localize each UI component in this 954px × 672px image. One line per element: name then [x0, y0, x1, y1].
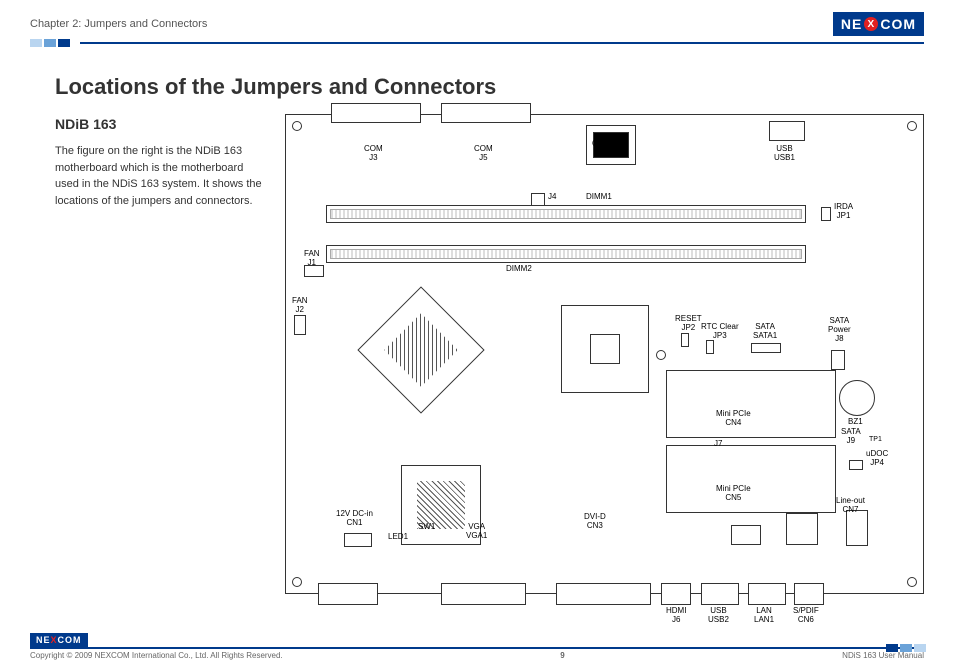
label-reset: RESETJP2 [675, 315, 702, 333]
com-j5-port [441, 103, 531, 123]
label-hdmi: HDMIJ6 [666, 607, 686, 625]
label-sata1: SATASATA1 [753, 323, 777, 341]
page-title: Locations of the Jumpers and Connectors [55, 74, 924, 100]
page-footer: NEXCOM Copyright © 2009 NEXCOM Internati… [30, 647, 924, 660]
label-lan: LANLAN1 [754, 607, 774, 625]
bottom-port-dc [318, 583, 378, 605]
hole-bl [292, 577, 302, 587]
label-com-j3: COMJ3 [364, 145, 383, 163]
header-rule [80, 42, 924, 44]
label-sw1: SW1 [418, 523, 435, 532]
vga-port [441, 583, 526, 605]
label-fan-j2: FANJ2 [292, 297, 308, 315]
usb2-port [701, 583, 739, 605]
mini-pcie-cn4 [666, 370, 836, 438]
hole-tr [907, 121, 917, 131]
page-header: Chapter 2: Jumpers and Connectors NE X C… [0, 0, 954, 42]
label-com-j5: COMJ5 [474, 145, 493, 163]
usb1-port [769, 121, 805, 141]
label-vga: VGAVGA1 [466, 523, 487, 541]
dimm1-slot [326, 205, 806, 223]
label-cn5: Mini PCIeCN5 [716, 485, 751, 503]
label-12v: 12V DC-inCN1 [336, 510, 373, 528]
lan-port [748, 583, 786, 605]
main-content: Locations of the Jumpers and Connectors … [0, 44, 954, 594]
cpu-outline [561, 305, 649, 393]
page-number: 9 [560, 651, 564, 660]
board-description: The figure on the right is the NDiB 163 … [55, 143, 265, 209]
hole-tl [292, 121, 302, 131]
board-subtitle: NDiB 163 [55, 114, 265, 135]
brand-x-icon: X [864, 17, 878, 31]
motherboard-diagram: COMJ3 COMJ5 GPIOCN2 .gpio-lbl{top:24px !… [285, 114, 924, 594]
label-irda: IRDAJP1 [834, 203, 853, 221]
reset-jp2 [681, 333, 689, 347]
dimm2-slot [326, 245, 806, 263]
footer-rule [30, 647, 924, 649]
mini-pcie-cn5 [666, 445, 836, 513]
small-chip-2 [731, 525, 761, 545]
spdif-port [794, 583, 824, 605]
brand-left: NE [841, 16, 862, 32]
hole-br [907, 577, 917, 587]
hdmi-port [661, 583, 691, 605]
lineout-conn [846, 510, 868, 546]
battery-circle [839, 380, 875, 416]
rtc-jp3 [706, 340, 714, 354]
dc-in-conn [344, 533, 372, 547]
footer-logo: NEXCOM [30, 633, 88, 647]
label-rtc: RTC ClearJP3 [701, 323, 739, 341]
hole-mid [656, 350, 666, 360]
sata1-conn [751, 343, 781, 353]
northbridge-outline [357, 286, 484, 413]
label-sata-j9: SATAJ9 [841, 428, 861, 446]
fan-j2-header [294, 315, 306, 335]
footer-accent-blocks [886, 644, 926, 652]
com-j3-port [331, 103, 421, 123]
sata-power-j8 [831, 350, 845, 370]
chapter-title: Chapter 2: Jumpers and Connectors [30, 18, 207, 30]
description-column: NDiB 163 The figure on the right is the … [55, 114, 265, 594]
label-lineout: Line-outCN7 [836, 497, 865, 515]
label-usb2: USBUSB2 [708, 607, 729, 625]
label-cn4: Mini PCIeCN4 [716, 410, 751, 428]
irda-header [821, 207, 831, 221]
manual-name: NDiS 163 User Manual [842, 651, 924, 660]
label-dvid: DVI-DCN3 [584, 513, 606, 531]
dvi-port [556, 583, 651, 605]
brand-right: COM [880, 16, 916, 32]
label-dimm2: DIMM2 [506, 265, 532, 274]
label-j7: J7 [714, 440, 722, 449]
label-led1: LED1 [388, 533, 408, 542]
label-j4: J4 [548, 193, 556, 202]
copyright-text: Copyright © 2009 NEXCOM International Co… [30, 651, 283, 660]
label-bz1: BZ1 [848, 418, 863, 427]
nexcom-logo: NE X COM [833, 12, 924, 36]
label-gpio-cn2: GPIOCN2 [592, 140, 612, 158]
udoc-jp4 [849, 460, 863, 470]
small-chip-1 [786, 513, 818, 545]
label-tp1: TP1 [869, 436, 882, 444]
label-sata-power: SATAPowerJ8 [828, 317, 851, 343]
label-dimm1: DIMM1 [586, 193, 612, 202]
rule-accent-blocks [30, 39, 70, 47]
label-fan-j1: FANJ1 [304, 250, 320, 268]
label-udoc: uDOCJP4 [866, 450, 888, 468]
label-usb1: USBUSB1 [774, 145, 795, 163]
label-spdif: S/PDIFCN6 [793, 607, 819, 625]
